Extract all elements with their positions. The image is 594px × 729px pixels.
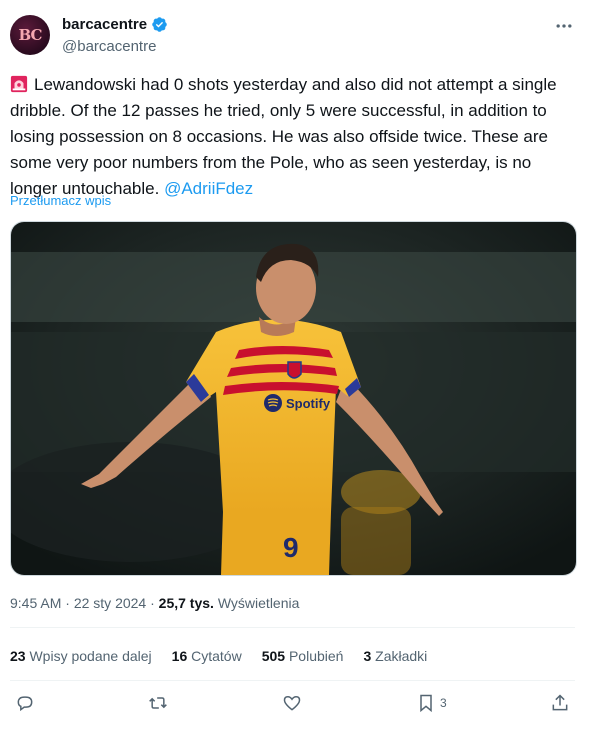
tweet-text: Lewandowski had 0 shots yesterday and al… [10,72,575,202]
bookmark-icon [420,694,432,713]
siren-icon [10,75,28,93]
shorts-number: 9 [283,532,299,563]
verified-badge-icon [152,17,167,32]
tweet-time[interactable]: 9:45 AM [10,595,61,611]
author-handle[interactable]: @barcacentre [62,38,156,55]
player-photo: Spotify 9 [11,222,576,575]
sponsor-logo: Spotify [286,396,331,411]
tweet-stats: 23 Wpisy podane dalej 16 Cytatów 505 Pol… [10,648,427,664]
tweet-meta: 9:45 AM · 22 sty 2024 · 25,7 tys. Wyświe… [10,595,300,611]
bookmark-button[interactable]: 3 [416,693,447,713]
divider [10,627,575,628]
reply-icon [17,696,33,712]
like-button[interactable] [282,693,302,713]
mention-link[interactable]: @AdriiFdez [164,179,253,198]
author-name-row[interactable]: barcacentre [62,16,168,33]
likes-stat[interactable]: 505 Polubień [262,648,344,664]
like-icon [283,695,301,711]
divider [10,680,575,681]
more-icon[interactable] [554,16,574,41]
avatar[interactable]: BC [10,15,50,55]
reposts-stat[interactable]: 23 Wpisy podane dalej [10,648,152,664]
share-button[interactable] [550,693,570,713]
tweet-body: Lewandowski had 0 shots yesterday and al… [10,75,557,198]
avatar-text: BC [18,26,43,44]
tweet-media-image[interactable]: Spotify 9 [10,221,577,576]
bookmarks-stat[interactable]: 3 Zakładki [363,648,427,664]
action-bar: 3 [10,693,575,717]
repost-button[interactable] [148,693,168,713]
views-count: 25,7 tys. [158,595,214,611]
views-label: Wyświetlenia [217,595,300,611]
quotes-stat[interactable]: 16 Cytatów [172,648,242,664]
translate-link[interactable]: Przetłumacz wpis [10,193,111,208]
repost-icon [149,697,167,709]
reply-button[interactable] [15,693,35,713]
share-icon [552,694,568,711]
tweet-date[interactable]: 22 sty 2024 [74,595,146,611]
author-name[interactable]: barcacentre [62,16,147,33]
bookmark-count: 3 [440,696,447,710]
